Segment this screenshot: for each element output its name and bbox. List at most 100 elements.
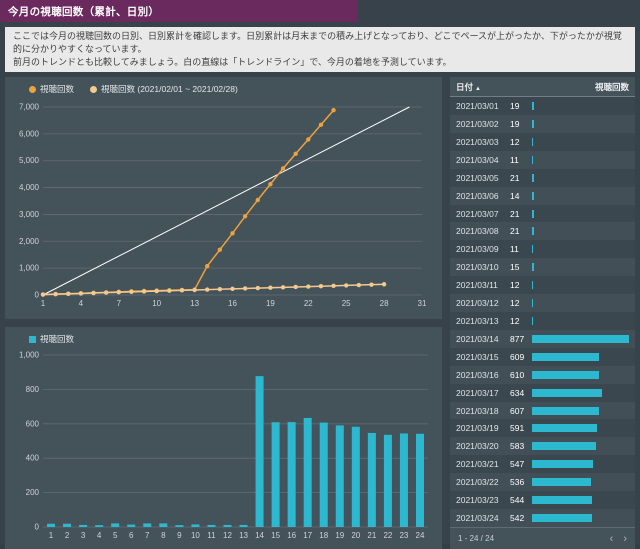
value-cell: 15: [510, 262, 629, 272]
date-cell: 2021/03/18: [456, 406, 510, 416]
data-bar: [532, 424, 597, 432]
date-cell: 2021/03/23: [456, 495, 510, 505]
svg-text:8: 8: [161, 531, 166, 540]
table-row[interactable]: 2021/03/24542: [450, 509, 635, 527]
table-row[interactable]: 2021/03/0312: [450, 133, 635, 151]
table-row[interactable]: 2021/03/0721: [450, 205, 635, 223]
table-row[interactable]: 2021/03/0411: [450, 151, 635, 169]
svg-text:16: 16: [228, 299, 237, 308]
table-row[interactable]: 2021/03/18607: [450, 402, 635, 420]
report-page: 今月の視聴回数（累計、日別） ここでは今月の視聴回数の日別、日別累計を確認します…: [0, 0, 640, 544]
column-header-date[interactable]: 日付▲: [456, 81, 481, 93]
value-cell: 12: [510, 316, 629, 326]
value-cell: 583: [510, 441, 629, 451]
svg-text:14: 14: [255, 531, 264, 540]
column-header-date-label: 日付: [456, 82, 473, 92]
value-text: 547: [510, 459, 532, 469]
table-row[interactable]: 2021/03/16610: [450, 366, 635, 384]
svg-text:10: 10: [191, 531, 200, 540]
table-row[interactable]: 2021/03/1212: [450, 294, 635, 312]
table-row[interactable]: 2021/03/17634: [450, 384, 635, 402]
table-row[interactable]: 2021/03/0911: [450, 240, 635, 258]
date-cell: 2021/03/01: [456, 101, 510, 111]
svg-text:9: 9: [177, 531, 182, 540]
data-bar: [532, 478, 591, 486]
value-cell: 536: [510, 477, 629, 487]
legend-item-current-month[interactable]: 視聴回数: [29, 83, 74, 95]
table-row[interactable]: 2021/03/22536: [450, 473, 635, 491]
svg-text:2,000: 2,000: [19, 237, 40, 246]
table-row[interactable]: 2021/03/21547: [450, 455, 635, 473]
value-cell: 11: [510, 155, 629, 165]
svg-text:13: 13: [190, 299, 199, 308]
data-bar-track: [532, 407, 629, 415]
value-cell: 19: [510, 101, 629, 111]
sort-ascending-icon: ▲: [475, 86, 481, 92]
table-row[interactable]: 2021/03/23544: [450, 491, 635, 509]
value-text: 14: [510, 191, 532, 201]
daily-bar-chart[interactable]: 02004006008001,0001234567891011121314151…: [9, 347, 436, 543]
table-row[interactable]: 2021/03/0614: [450, 187, 635, 205]
svg-text:6: 6: [129, 531, 134, 540]
table-row[interactable]: 2021/03/0219: [450, 115, 635, 133]
data-bar: [532, 210, 534, 218]
table-row[interactable]: 2021/03/0119: [450, 97, 635, 115]
svg-text:4: 4: [97, 531, 102, 540]
value-cell: 609: [510, 352, 629, 362]
legend-item-daily-views[interactable]: 視聴回数: [29, 333, 74, 345]
data-bar-track: [532, 210, 629, 218]
svg-text:5,000: 5,000: [19, 156, 40, 165]
data-bar-track: [532, 174, 629, 182]
svg-text:1: 1: [41, 299, 46, 308]
value-cell: 634: [510, 388, 629, 398]
value-text: 583: [510, 441, 532, 451]
value-text: 12: [510, 298, 532, 308]
svg-text:15: 15: [271, 531, 280, 540]
legend-marker-previous-icon: [90, 86, 97, 93]
cumulative-line-chart[interactable]: 01,0002,0003,0004,0005,0006,0007,0001471…: [9, 97, 436, 311]
pagination-prev-icon[interactable]: ‹: [610, 533, 614, 545]
value-cell: 591: [510, 423, 629, 433]
charts-column: 視聴回数 視聴回数 (2021/02/01 ~ 2021/02/28) 01,0…: [5, 77, 442, 544]
svg-text:31: 31: [418, 299, 427, 308]
date-cell: 2021/03/02: [456, 119, 510, 129]
svg-text:12: 12: [223, 531, 232, 540]
value-text: 544: [510, 495, 532, 505]
column-header-value[interactable]: 視聴回数: [595, 81, 629, 93]
pagination-next-icon[interactable]: ›: [623, 533, 627, 545]
data-bar: [532, 192, 534, 200]
svg-text:24: 24: [416, 531, 425, 540]
date-cell: 2021/03/21: [456, 459, 510, 469]
table-row[interactable]: 2021/03/1015: [450, 258, 635, 276]
value-cell: 12: [510, 137, 629, 147]
table-row[interactable]: 2021/03/15609: [450, 348, 635, 366]
svg-text:3: 3: [81, 531, 86, 540]
svg-text:28: 28: [380, 299, 389, 308]
date-cell: 2021/03/03: [456, 137, 510, 147]
data-bar-track: [532, 371, 629, 379]
date-cell: 2021/03/22: [456, 477, 510, 487]
table-footer: 1 - 24 / 24 ‹ ›: [450, 527, 635, 549]
legend-item-previous-month[interactable]: 視聴回数 (2021/02/01 ~ 2021/02/28): [90, 83, 238, 95]
svg-text:2: 2: [65, 531, 70, 540]
data-bar: [532, 407, 599, 415]
data-bar: [532, 514, 592, 522]
table-row[interactable]: 2021/03/1312: [450, 312, 635, 330]
table-row[interactable]: 2021/03/14877: [450, 330, 635, 348]
table-row[interactable]: 2021/03/0521: [450, 169, 635, 187]
svg-text:19: 19: [335, 531, 344, 540]
data-bar: [532, 120, 534, 128]
data-bar-track: [532, 245, 629, 253]
value-cell: 21: [510, 226, 629, 236]
table-row[interactable]: 2021/03/1112: [450, 276, 635, 294]
table-row[interactable]: 2021/03/19591: [450, 419, 635, 437]
pagination-label: 1 - 24 / 24: [458, 534, 494, 543]
table-row[interactable]: 2021/03/0821: [450, 222, 635, 240]
data-bar: [532, 102, 534, 110]
data-bar: [532, 371, 599, 379]
legend-label-previous: 視聴回数 (2021/02/01 ~ 2021/02/28): [101, 83, 238, 95]
svg-text:3,000: 3,000: [19, 210, 40, 219]
data-bar-track: [532, 335, 629, 343]
table-row[interactable]: 2021/03/20583: [450, 437, 635, 455]
svg-text:23: 23: [399, 531, 408, 540]
